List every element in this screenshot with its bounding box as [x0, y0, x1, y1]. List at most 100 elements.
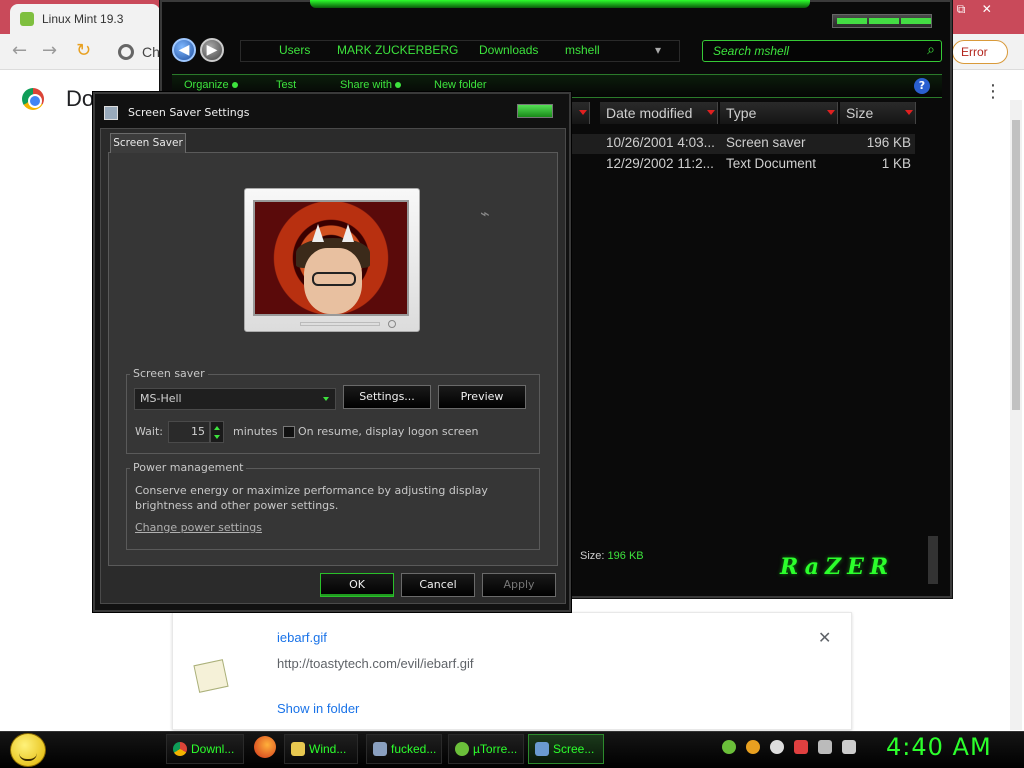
forward-icon[interactable]: →	[42, 42, 57, 60]
flag-tray-icon[interactable]	[794, 740, 808, 754]
decrement-icon[interactable]	[214, 435, 220, 439]
page-scrollbar[interactable]	[1010, 100, 1022, 730]
screensaver-group-label: Screen saver	[130, 367, 208, 380]
address-text: Ch	[142, 44, 160, 60]
column-date-modified[interactable]: Date modified	[600, 102, 718, 124]
search-tray-icon[interactable]	[746, 740, 760, 754]
utorrent-tray-icon[interactable]	[722, 740, 736, 754]
settings-button[interactable]: Settings...	[343, 385, 431, 409]
apply-button[interactable]: Apply	[482, 573, 556, 597]
taskbar-item-utorrent[interactable]: µTorre...	[448, 734, 524, 764]
start-button[interactable]	[10, 733, 46, 767]
wait-minutes-input[interactable]: 15	[168, 421, 210, 443]
test-button[interactable]: Test	[276, 79, 296, 91]
image-viewer-icon	[373, 742, 387, 756]
screensaver-select-value: MS-Hell	[140, 392, 182, 405]
increment-icon[interactable]	[214, 426, 220, 430]
forward-button[interactable]: ▶	[200, 38, 224, 62]
taskbar-label: Wind...	[309, 742, 347, 756]
breadcrumb-downloads[interactable]: Downloads	[479, 43, 538, 57]
mint-favicon-icon	[20, 12, 34, 26]
show-in-folder-link[interactable]: Show in folder	[277, 701, 359, 716]
minus-tray-icon[interactable]	[770, 740, 784, 754]
utorrent-icon	[455, 742, 469, 756]
taskbar-item-chrome[interactable]: Downl...	[166, 734, 244, 764]
type-label: Type	[726, 105, 757, 121]
wait-label: Wait:	[135, 425, 163, 438]
horn-right	[342, 224, 354, 242]
new-folder-button[interactable]: New folder	[434, 79, 487, 91]
status-size-label: Size:	[580, 550, 605, 562]
taskbar-item-explorer[interactable]: Wind...	[284, 734, 358, 764]
file-size: 1 KB	[881, 156, 911, 171]
volume-icon[interactable]	[842, 740, 856, 754]
close-icon[interactable]	[901, 18, 931, 24]
chrome-tab[interactable]: Linux Mint 19.3	[10, 4, 160, 34]
power-description: Conserve energy or maximize performance …	[135, 484, 488, 512]
organize-button[interactable]: Organize	[184, 79, 238, 91]
file-row[interactable]: 10/26/2001 4:03... Screen saver 196 KB	[570, 134, 915, 154]
taskbar-item-screensaver[interactable]: Scree...	[528, 734, 604, 764]
resume-logon-label[interactable]: On resume, display logon screen	[298, 425, 478, 438]
chevron-down-icon[interactable]: ▾	[655, 43, 661, 57]
busy-cursor-icon: ⌁	[480, 204, 490, 223]
column-name-header[interactable]	[570, 102, 590, 124]
search-icon[interactable]: ⌕	[927, 42, 935, 58]
dialog-title: Screen Saver Settings	[128, 106, 250, 119]
restore-icon[interactable]: ⧉	[950, 0, 972, 18]
breadcrumb-users[interactable]: Users	[279, 43, 310, 57]
file-type: Screen saver	[726, 135, 806, 150]
breadcrumb-user[interactable]: MARK ZUCKERBERG	[337, 43, 458, 57]
screensaver-select[interactable]: MS-Hell	[134, 388, 336, 410]
resume-logon-checkbox[interactable]	[283, 426, 295, 438]
file-date: 10/26/2001 4:03...	[606, 135, 715, 150]
explorer-scrollbar[interactable]	[928, 536, 938, 584]
share-with-button[interactable]: Share with	[340, 79, 401, 91]
razer-logo: RaZER	[780, 554, 895, 580]
tab-screen-saver[interactable]: Screen Saver	[110, 133, 186, 153]
preview-button[interactable]: Preview	[438, 385, 526, 409]
column-headers: Date modified Type Size	[570, 102, 920, 124]
file-row[interactable]: 12/29/2002 11:2... Text Document 1 KB	[570, 155, 915, 175]
dialog-close-button[interactable]	[517, 104, 553, 118]
explorer-title-glow	[310, 0, 810, 8]
scrollbar-thumb[interactable]	[1012, 120, 1020, 410]
file-size: 196 KB	[866, 135, 911, 150]
change-power-settings-link[interactable]: Change power settings	[135, 521, 262, 534]
cancel-button[interactable]: Cancel	[401, 573, 475, 597]
taskbar-label: Scree...	[553, 742, 595, 756]
ok-button[interactable]: OK	[320, 573, 394, 597]
firefox-icon[interactable]	[254, 736, 276, 758]
test-label: Test	[276, 79, 297, 91]
breadcrumb[interactable]: Users MARK ZUCKERBERG Downloads mshell ▾	[240, 40, 680, 62]
organize-label: Organize	[184, 79, 229, 91]
power-management-label: Power management	[130, 461, 247, 474]
minutes-label: minutes	[233, 425, 278, 438]
error-badge[interactable]: Error	[952, 40, 1008, 64]
taskbar-item-fucked[interactable]: fucked...	[366, 734, 442, 764]
date-modified-label: Date modified	[606, 105, 693, 121]
download-filename-link[interactable]: iebarf.gif	[277, 630, 327, 645]
back-button[interactable]: ◀	[172, 38, 196, 62]
chrome-site-icon	[118, 44, 134, 60]
back-icon[interactable]: ←	[12, 42, 27, 60]
taskbar-clock[interactable]: 4:40 AM	[886, 733, 992, 761]
file-type: Text Document	[726, 156, 817, 171]
breadcrumb-mshell[interactable]: mshell	[565, 43, 600, 57]
network-tray-icon[interactable]	[818, 740, 832, 754]
close-icon[interactable]: ✕	[976, 0, 998, 18]
wait-stepper[interactable]	[210, 421, 224, 443]
search-input[interactable]: Search mshell ⌕	[702, 40, 942, 62]
column-type[interactable]: Type	[720, 102, 838, 124]
help-icon[interactable]: ?	[914, 78, 930, 94]
maximize-icon[interactable]	[869, 18, 899, 24]
minimize-icon[interactable]	[837, 18, 867, 24]
remove-download-icon[interactable]: ✕	[818, 628, 831, 647]
explorer-window-controls	[832, 14, 932, 28]
column-size[interactable]: Size	[840, 102, 916, 124]
more-menu-icon[interactable]: ⋮	[984, 83, 1002, 101]
folder-icon	[291, 742, 305, 756]
reload-icon[interactable]: ↻	[76, 42, 91, 60]
chrome-tab-title: Linux Mint 19.3	[42, 12, 124, 26]
chevron-down-icon	[323, 397, 329, 401]
